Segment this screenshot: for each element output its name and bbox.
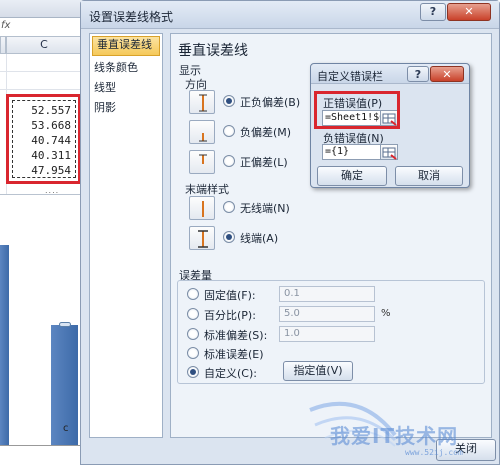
radio-no-cap-label: 无线端(N) <box>240 202 290 215</box>
range-picker-icon[interactable] <box>380 144 398 160</box>
radio-fixed[interactable] <box>187 288 199 300</box>
cell-value[interactable]: 53.668 <box>13 118 71 133</box>
nav-item-vertical-error-bars[interactable]: 垂直误差线 <box>92 36 160 56</box>
ok-button[interactable]: 确定 <box>317 166 387 186</box>
radio-custom-label: 自定义(C): <box>204 367 257 380</box>
minus-error-bar-icon <box>189 120 215 144</box>
plus-error-bar-icon <box>189 150 215 174</box>
radio-minus-label: 负偏差(M) <box>240 126 292 139</box>
nav-item-line-style[interactable]: 线型 <box>90 78 162 98</box>
cell-value[interactable]: 47.954 <box>13 163 71 178</box>
chart-axis <box>0 445 82 446</box>
radio-std-error[interactable] <box>187 347 199 359</box>
radio-no-cap[interactable] <box>223 201 235 213</box>
category-list: 垂直误差线 线条颜色 线型 阴影 <box>89 33 163 438</box>
radio-plus[interactable] <box>223 155 235 167</box>
cap-icon <box>189 226 215 250</box>
cancel-button[interactable]: 取消 <box>395 166 463 186</box>
radio-custom[interactable] <box>187 366 199 378</box>
specify-value-button[interactable]: 指定值(V) <box>283 361 353 381</box>
dialog-title-bar[interactable]: 设置误差线格式 ? ✕ <box>81 1 499 29</box>
help-button[interactable]: ? <box>420 3 446 21</box>
column-header-c[interactable]: C <box>6 36 82 54</box>
watermark-text: 我爱IT技术网 <box>330 424 459 448</box>
fixed-value-input[interactable]: 0.1 <box>279 286 375 302</box>
ribbon-strip <box>0 0 82 18</box>
negative-value-input[interactable]: ={1} <box>322 144 384 160</box>
radio-fixed-label: 固定值(F): <box>204 289 256 302</box>
chart-border <box>0 194 82 195</box>
radio-std-dev-label: 标准偏差(S): <box>204 329 268 342</box>
percent-unit: % <box>381 308 391 319</box>
radio-cap-label: 线端(A) <box>240 232 279 245</box>
grid-row <box>0 54 82 72</box>
radio-std-error-label: 标准误差(E) <box>204 348 264 361</box>
radio-percent[interactable] <box>187 308 199 320</box>
radio-percent-label: 百分比(P): <box>204 309 256 322</box>
grid-row <box>0 72 82 90</box>
watermark-url: www.52ij.com <box>405 448 463 457</box>
std-dev-value-input[interactable]: 1.0 <box>279 326 375 342</box>
end-style-label: 末端样式 <box>185 183 229 196</box>
radio-plus-label: 正偏差(L) <box>240 156 288 169</box>
radio-both[interactable] <box>223 95 235 107</box>
radio-std-dev[interactable] <box>187 328 199 340</box>
both-error-bar-icon <box>189 90 215 114</box>
category-label: c <box>63 423 69 434</box>
formula-icon[interactable]: fx <box>0 18 14 34</box>
nav-item-shadow[interactable]: 阴影 <box>90 98 162 118</box>
sub-close-icon[interactable]: ✕ <box>430 66 464 82</box>
close-icon[interactable]: ✕ <box>447 3 491 21</box>
cell-value[interactable]: 52.557 <box>13 103 71 118</box>
percent-value-input[interactable]: 5.0 <box>279 306 375 322</box>
radio-minus[interactable] <box>223 125 235 137</box>
selected-range-highlight: 52.557 53.668 40.744 40.311 47.954 <box>6 94 81 184</box>
nav-item-line-color[interactable]: 线条颜色 <box>90 58 162 78</box>
dialog-title: 设置误差线格式 <box>89 10 174 24</box>
error-bar-cap[interactable] <box>59 322 71 327</box>
sub-dialog-title: 自定义错误栏 <box>317 70 383 83</box>
positive-value-highlight <box>314 91 400 129</box>
copy-marquee[interactable]: 52.557 53.668 40.744 40.311 47.954 <box>12 100 76 178</box>
sub-dialog-title-bar[interactable]: 自定义错误栏 ? ✕ <box>311 64 469 84</box>
cell-value[interactable]: 40.744 <box>13 133 71 148</box>
cell-value[interactable]: 40.311 <box>13 148 71 163</box>
sub-help-button[interactable]: ? <box>407 66 429 82</box>
no-cap-icon <box>189 196 215 220</box>
custom-error-bars-dialog: 自定义错误栏 ? ✕ 正错误值(P) =Sheet1!$C 负错误值(N) ={… <box>310 63 470 188</box>
radio-both-label: 正负偏差(B) <box>240 96 301 109</box>
chart-bar[interactable] <box>0 245 9 445</box>
radio-cap[interactable] <box>223 231 235 243</box>
section-title: 垂直误差线 <box>178 43 248 59</box>
